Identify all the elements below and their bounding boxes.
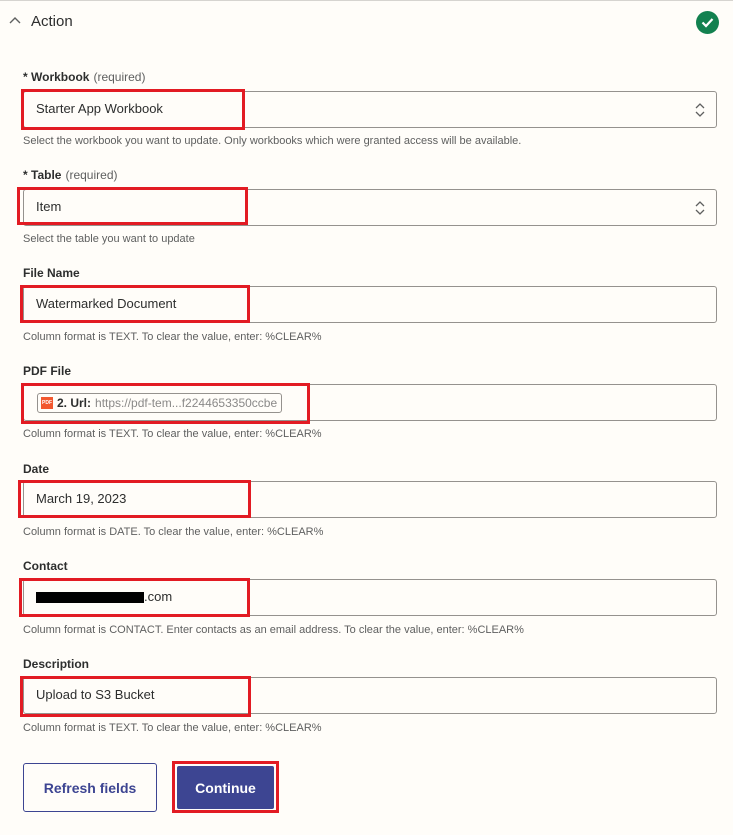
redacted-text [36,592,144,604]
workbook-label: * Workbook (required) [23,70,146,84]
description-hint: Column format is TEXT. To clear the valu… [23,722,322,734]
table-select[interactable]: Item [23,189,717,226]
contact-hint: Column format is CONTACT. Enter contacts… [23,624,524,636]
date-field: Date March 19, 2023 Column format is DAT… [23,462,717,538]
continue-button[interactable]: Continue [177,766,274,809]
contact-input[interactable]: .com [23,579,717,616]
pdf-file-hint: Column format is TEXT. To clear the valu… [23,428,322,440]
description-input[interactable]: Upload to S3 Bucket [23,677,717,714]
table-label: * Table (required) [23,168,118,182]
pdf-icon: PDF [41,397,53,409]
table-hint: Select the table you want to update [23,233,195,245]
contact-value: .com [36,589,172,604]
description-field: Description Upload to S3 Bucket Column f… [23,657,717,734]
action-section-header[interactable]: Action [0,0,733,45]
workbook-value: Starter App Workbook [36,101,163,116]
mapped-field-pill[interactable]: PDF 2. Url: https://pdf-tem...f224465335… [37,393,283,413]
pdf-file-label: PDF File [23,364,72,378]
contact-field: Contact .com Column format is CONTACT. E… [23,559,717,636]
section-title: Action [31,13,73,30]
updown-arrows-icon [695,201,705,215]
refresh-fields-button[interactable]: Refresh fields [23,763,157,812]
check-circle-icon [696,11,719,34]
workbook-hint: Select the workbook you want to update. … [23,135,522,147]
file-name-hint: Column format is TEXT. To clear the valu… [23,331,322,343]
workbook-select[interactable]: Starter App Workbook [23,91,717,128]
description-label: Description [23,657,90,671]
pill-key: 2. Url: [57,396,92,410]
date-label: Date [23,462,50,476]
pill-value: https://pdf-tem...f2244653350ccbe [95,396,278,410]
description-value: Upload to S3 Bucket [36,687,155,702]
workbook-field: * Workbook (required) Starter App Workboo… [23,70,717,147]
pdf-file-field: PDF File PDF 2. Url: https://pdf-tem...f… [23,364,717,440]
contact-label: Contact [23,559,68,573]
updown-arrows-icon [695,103,705,117]
date-value: March 19, 2023 [36,491,127,506]
file-name-field: File Name Watermarked Document Column fo… [23,266,717,343]
file-name-value: Watermarked Document [36,296,177,311]
table-field: * Table (required) Item Select the table … [23,168,717,245]
file-name-input[interactable]: Watermarked Document [23,286,717,323]
date-input[interactable]: March 19, 2023 [23,481,717,518]
pdf-file-input[interactable]: PDF 2. Url: https://pdf-tem...f224465335… [23,384,717,421]
table-value: Item [36,199,62,214]
file-name-label: File Name [23,266,80,280]
date-hint: Column format is DATE. To clear the valu… [23,526,324,538]
chevron-up-icon[interactable] [9,15,21,25]
